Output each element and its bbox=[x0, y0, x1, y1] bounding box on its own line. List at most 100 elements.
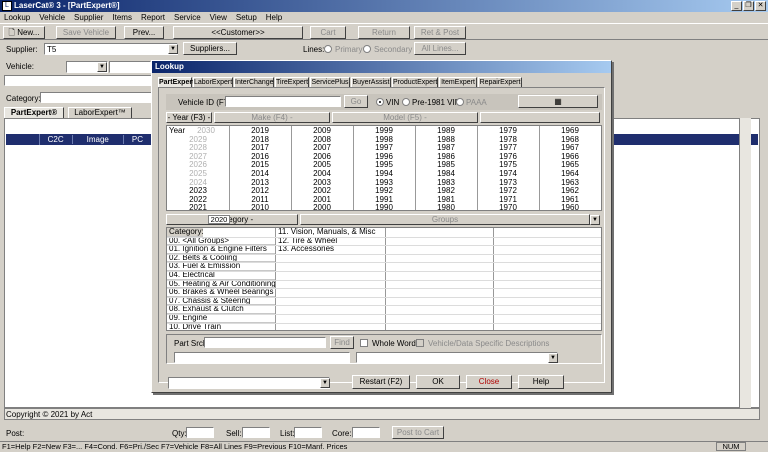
category-field[interactable] bbox=[40, 92, 152, 103]
dialog-tab-laborexpert[interactable]: LaborExpert bbox=[193, 77, 233, 87]
paaa-radio[interactable] bbox=[456, 98, 464, 106]
customer-button[interactable]: <<Customer>> bbox=[173, 26, 303, 39]
dialog-tab-repairexpert[interactable]: RepairExpert bbox=[478, 77, 522, 87]
category-item[interactable]: 04. Electrical bbox=[167, 271, 275, 280]
menu-vehicle[interactable]: Vehicle bbox=[39, 12, 65, 23]
qty-label: Qty: bbox=[172, 429, 187, 438]
minimize-button[interactable]: _ bbox=[731, 1, 742, 11]
vehicle-id-input[interactable] bbox=[225, 96, 341, 107]
vehicle-make-select[interactable] bbox=[109, 61, 151, 73]
all-lines-button[interactable]: All Lines... bbox=[414, 42, 466, 55]
year-cell[interactable]: 1970 bbox=[479, 203, 537, 210]
close-button[interactable]: Close bbox=[466, 375, 512, 389]
category-item[interactable]: 08. Exhaust & Clutch bbox=[167, 305, 275, 315]
part-search-result-field[interactable] bbox=[174, 352, 350, 363]
lookup-history-select[interactable] bbox=[168, 377, 330, 389]
dialog-tab-itemexpert[interactable]: ItemExpert bbox=[439, 77, 477, 87]
selected-year-field[interactable]: 2020 bbox=[208, 215, 230, 224]
category-item[interactable]: 01. Ignition & Engine Filters bbox=[167, 245, 275, 254]
vehicle-options-button[interactable]: ▦ bbox=[518, 95, 598, 108]
category-header[interactable]: - Category - bbox=[166, 214, 298, 225]
menu-supplier[interactable]: Supplier bbox=[74, 12, 103, 23]
year-cell[interactable]: 1990 bbox=[355, 203, 413, 210]
restart-button[interactable]: Restart (F2) bbox=[352, 375, 410, 389]
save-vehicle-button[interactable]: Save Vehicle bbox=[56, 26, 116, 39]
ret-post-button[interactable]: Ret & Post bbox=[414, 26, 466, 39]
find-button[interactable]: Find bbox=[330, 336, 354, 349]
list-field[interactable] bbox=[294, 427, 322, 438]
tab-laborexpert[interactable]: LaborExpert™ bbox=[68, 107, 132, 118]
close-window-button[interactable]: ✕ bbox=[755, 1, 766, 11]
dialog-tab-serviceplus[interactable]: ServicePlus bbox=[310, 77, 350, 87]
vin-radio[interactable] bbox=[376, 98, 384, 106]
make-header[interactable]: Make (F4) - bbox=[214, 112, 330, 123]
ok-button[interactable]: OK bbox=[416, 375, 460, 389]
category-item[interactable]: 02. Belts & Cooling bbox=[167, 254, 275, 263]
year-grid[interactable]: Year 2030 2029 2028 2027 2026 2025 2024 2023 202… bbox=[166, 125, 602, 211]
model-header[interactable]: Model (F5) - bbox=[332, 112, 478, 123]
menu-report[interactable]: Report bbox=[141, 12, 165, 23]
category-item[interactable]: 09. Engine bbox=[167, 314, 275, 323]
year-cell[interactable]: 2000 bbox=[293, 203, 351, 210]
vehicle-detail-field[interactable] bbox=[4, 75, 152, 86]
category-item[interactable]: 13. Accessories bbox=[276, 245, 384, 254]
chevron-down-icon[interactable]: ▼ bbox=[97, 62, 107, 72]
help-button[interactable]: Help bbox=[518, 375, 564, 389]
year-cell[interactable]: 1960 bbox=[541, 203, 599, 210]
dialog-tab-tireexpert[interactable]: TireExpert bbox=[275, 77, 309, 87]
category-item[interactable]: 05. Heating & Air Conditioning bbox=[167, 280, 275, 289]
year-cell[interactable]: 2010 bbox=[231, 203, 289, 210]
year-cell[interactable]: 1980 bbox=[417, 203, 475, 210]
suppliers-button[interactable]: Suppliers... bbox=[183, 42, 237, 55]
primary-radio[interactable] bbox=[324, 45, 332, 53]
category-item[interactable]: 03. Fuel & Emission bbox=[167, 262, 275, 272]
chevron-down-icon[interactable]: ▼ bbox=[320, 378, 330, 388]
category-item[interactable]: 11. Vision, Manuals, & Misc bbox=[276, 228, 384, 237]
menu-lookup[interactable]: Lookup bbox=[4, 12, 30, 23]
dialog-tab-productexpert[interactable]: ProductExpert bbox=[392, 77, 438, 87]
whole-word-label: Whole Word bbox=[372, 339, 416, 348]
category-item[interactable]: 12. Tire & Wheel bbox=[276, 237, 384, 246]
part-search-input[interactable] bbox=[204, 337, 326, 348]
cart-button[interactable]: Cart bbox=[310, 26, 346, 39]
post-to-cart-button[interactable]: Post to Cart bbox=[392, 426, 444, 439]
category-item[interactable]: 07. Chassis & Steering bbox=[167, 297, 275, 306]
qty-field[interactable] bbox=[186, 427, 214, 438]
menu-setup[interactable]: Setup bbox=[236, 12, 257, 23]
prev-button[interactable]: Prev... bbox=[124, 26, 164, 39]
core-field[interactable] bbox=[352, 427, 380, 438]
category-item[interactable]: 06. Brakes & Wheel Bearings bbox=[167, 288, 275, 297]
secondary-radio[interactable] bbox=[363, 45, 371, 53]
category-item[interactable]: 00. <All Groups> bbox=[167, 237, 275, 246]
dialog-tab-partexpert[interactable]: PartExpert bbox=[158, 77, 194, 87]
year-cell[interactable]: 2021 bbox=[169, 203, 227, 210]
go-button[interactable]: Go bbox=[344, 95, 368, 108]
return-button[interactable]: Return bbox=[358, 26, 410, 39]
lookup-dialog: Lookup PartExpert LaborExpert InterChang… bbox=[151, 60, 612, 393]
horizontal-scrollbar[interactable] bbox=[4, 408, 760, 420]
chevron-down-icon[interactable]: ▼ bbox=[548, 353, 558, 363]
description-select[interactable] bbox=[356, 352, 558, 363]
chevron-down-icon[interactable]: ▼ bbox=[590, 215, 600, 225]
menu-items[interactable]: Items bbox=[112, 12, 132, 23]
pre1981-radio[interactable] bbox=[402, 98, 410, 106]
tab-partexpert[interactable]: PartExpert® bbox=[4, 107, 64, 118]
vehicle-specific-checkbox[interactable] bbox=[416, 339, 424, 347]
groups-header[interactable]: Groups bbox=[300, 214, 590, 225]
vertical-scrollbar[interactable] bbox=[739, 118, 751, 408]
year-header[interactable]: - Year (F3) - bbox=[166, 112, 212, 123]
new-button[interactable]: 🗋 New... bbox=[3, 26, 45, 39]
dialog-tab-buyerassist[interactable]: BuyerAssist bbox=[351, 77, 391, 87]
dialog-tab-interchange[interactable]: InterChange bbox=[234, 77, 274, 87]
sell-field[interactable] bbox=[242, 427, 270, 438]
menu-service[interactable]: Service bbox=[174, 12, 201, 23]
menu-help[interactable]: Help bbox=[266, 12, 282, 23]
whole-word-checkbox[interactable] bbox=[360, 339, 368, 347]
category-grid[interactable]: Category: 00. <All Groups> 01. Ignition & … bbox=[166, 227, 602, 331]
menu-view[interactable]: View bbox=[210, 12, 227, 23]
chevron-down-icon[interactable]: ▼ bbox=[168, 44, 178, 54]
extra-header[interactable] bbox=[480, 112, 600, 123]
supplier-select[interactable]: T5 bbox=[44, 43, 178, 55]
category-item[interactable]: 10. Drive Train bbox=[167, 323, 275, 330]
restore-button[interactable]: ❐ bbox=[743, 1, 754, 11]
